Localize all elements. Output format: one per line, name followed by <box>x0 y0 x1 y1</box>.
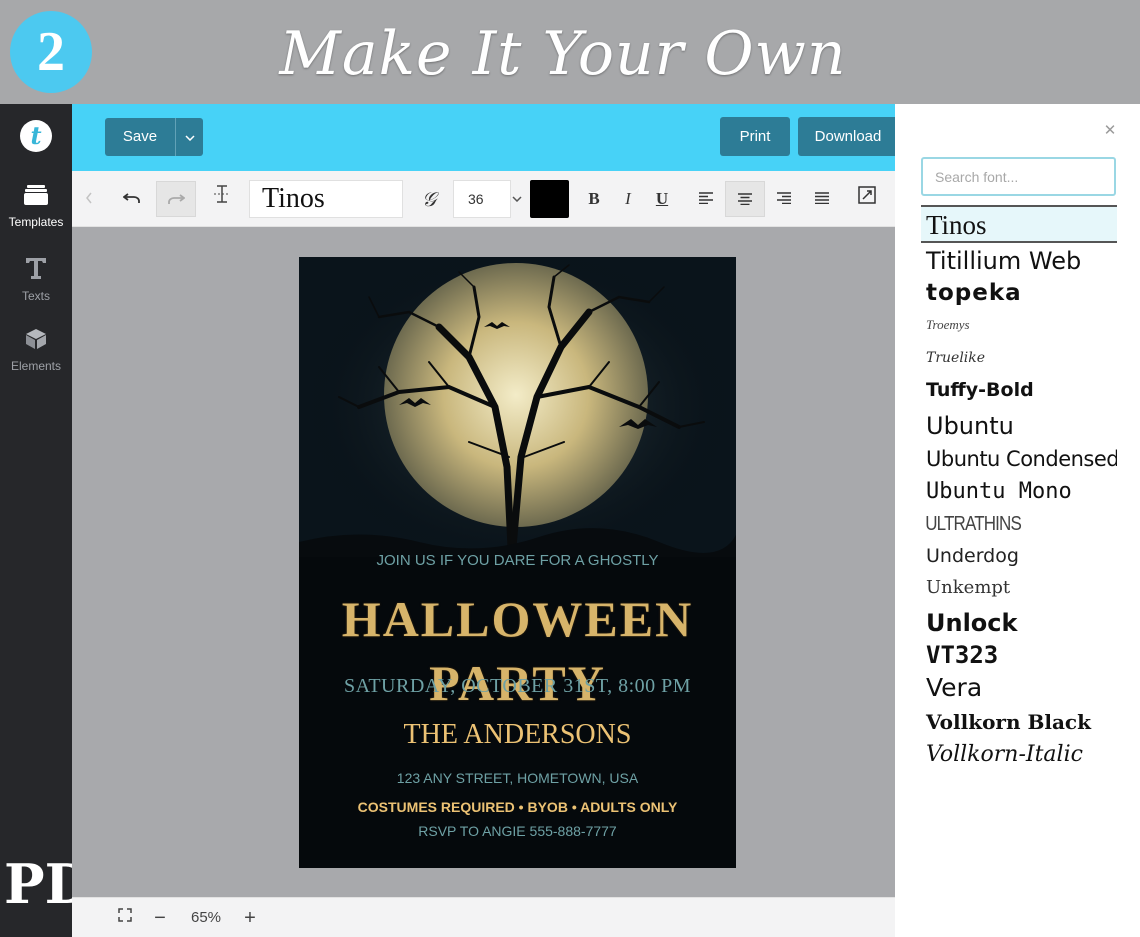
font-option[interactable]: Truelike <box>921 343 1117 373</box>
font-option[interactable]: Tuffy-Bold <box>921 375 1117 405</box>
font-option[interactable]: topeka <box>921 277 1117 309</box>
font-list: Tinos Titillium Web topeka Troemys Truel… <box>921 205 1117 767</box>
templates-icon <box>24 185 48 205</box>
invitation-notes[interactable]: COSTUMES REQUIRED • BYOB • ADULTS ONLY <box>299 799 736 815</box>
text-style-icon[interactable]: 𝒢 <box>414 181 444 217</box>
font-option[interactable]: Ubuntu Condensed <box>921 443 1117 475</box>
banner-title: Make It Your Own <box>279 19 847 89</box>
align-left-icon[interactable] <box>692 181 720 217</box>
zoom-out-icon[interactable]: − <box>150 898 170 937</box>
font-option[interactable]: Unlock <box>921 607 1117 639</box>
invitation-card[interactable]: JOIN US IF YOU DARE FOR A GHOSTLY HALLOW… <box>299 257 736 868</box>
underline-icon[interactable]: U <box>648 181 676 217</box>
app-logo-icon: t <box>20 120 52 152</box>
top-toolbar: Save Print Download <box>72 104 898 171</box>
align-justify-icon[interactable] <box>808 181 836 217</box>
font-option[interactable]: Tinos <box>921 207 1117 243</box>
design-canvas: JOIN US IF YOU DARE FOR A GHOSTLY HALLOW… <box>72 227 895 897</box>
back-arrow-icon[interactable] <box>78 181 100 217</box>
invitation-address[interactable]: 123 ANY STREET, HOMETOWN, USA <box>299 770 736 786</box>
font-option[interactable]: VT323 <box>921 639 1117 671</box>
invitation-date[interactable]: SATURDAY, OCTOBER 31ST, 8:00 PM <box>299 675 736 698</box>
font-option[interactable]: Ubuntu <box>921 409 1117 443</box>
format-toolbar: Tinos 𝒢 36 B I U <box>72 171 895 227</box>
sidebar-item-label: Texts <box>21 289 50 303</box>
font-panel: ✕ Tinos Titillium Web topeka Troemys Tru… <box>895 104 1140 937</box>
sidebar-item-elements[interactable]: Elements <box>0 328 72 373</box>
print-button[interactable]: Print <box>720 117 790 156</box>
left-sidebar: t Templates Texts Elements PD <box>0 104 92 937</box>
download-button[interactable]: Download <box>798 117 898 156</box>
step-banner: 2 Make It Your Own <box>0 0 1140 104</box>
invitation-intro[interactable]: JOIN US IF YOU DARE FOR A GHOSTLY <box>299 552 736 569</box>
bold-icon[interactable]: B <box>580 181 608 217</box>
font-option[interactable]: Ubuntu Mono <box>921 475 1117 509</box>
text-height-icon[interactable] <box>206 181 238 217</box>
zoom-in-icon[interactable]: + <box>240 898 260 937</box>
font-option[interactable]: Vollkorn-Italic <box>921 739 1117 771</box>
zoom-level: 65% <box>190 909 222 926</box>
zoom-bar: − 65% + <box>72 897 895 937</box>
app-logo[interactable]: t <box>0 104 72 170</box>
sidebar-item-templates[interactable]: Templates <box>0 184 72 229</box>
moon-tree-artwork <box>299 257 736 557</box>
align-right-icon[interactable] <box>770 181 798 217</box>
redo-icon[interactable] <box>156 181 196 217</box>
font-option[interactable]: ULTRATHINS <box>921 509 1088 539</box>
text-color-swatch[interactable] <box>530 180 569 218</box>
font-option[interactable]: Underdog <box>921 541 1117 571</box>
font-option[interactable]: Unkempt <box>921 573 1117 603</box>
font-family-field[interactable]: Tinos <box>249 180 403 218</box>
chevron-down-icon <box>184 135 195 142</box>
close-icon[interactable]: ✕ <box>1102 121 1118 141</box>
font-option[interactable]: Vera <box>921 671 1117 705</box>
invitation-host[interactable]: THE ANDERSONS <box>299 719 736 751</box>
align-center-icon[interactable] <box>725 181 765 217</box>
chevron-down-icon[interactable] <box>509 180 525 218</box>
cube-icon <box>26 329 46 349</box>
font-option[interactable]: Titillium Web <box>921 245 1117 277</box>
sidebar-item-texts[interactable]: Texts <box>0 256 72 303</box>
font-search-input[interactable] <box>921 157 1116 196</box>
italic-icon[interactable]: I <box>614 181 642 217</box>
sidebar-item-label: Templates <box>8 215 64 229</box>
brand-logo: PD <box>4 852 92 916</box>
font-option[interactable]: Troemys <box>921 311 1117 339</box>
fullscreen-icon[interactable] <box>114 898 136 937</box>
text-icon <box>26 258 46 279</box>
undo-icon[interactable] <box>114 181 150 217</box>
font-size-field[interactable]: 36 <box>453 180 511 218</box>
font-option[interactable]: Vollkorn Black <box>921 707 1117 737</box>
resize-icon[interactable] <box>852 181 882 217</box>
save-button[interactable]: Save <box>105 118 175 156</box>
save-options-button[interactable] <box>175 118 203 156</box>
invitation-rsvp[interactable]: RSVP TO ANGIE 555-888-7777 <box>299 823 736 839</box>
sidebar-item-label: Elements <box>10 359 62 373</box>
